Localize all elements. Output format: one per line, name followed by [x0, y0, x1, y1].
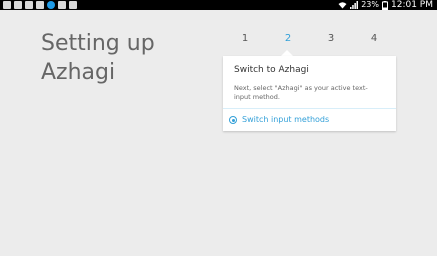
card-description: Next, select "Azhagi" as your active tex… — [234, 84, 368, 101]
clock: 12:01 PM — [391, 0, 433, 10]
switch-input-methods-link[interactable]: Switch input methods — [242, 115, 329, 124]
wifi-icon — [338, 2, 347, 9]
system-status: 23% 12:01 PM — [338, 0, 433, 10]
step-1[interactable]: 1 — [237, 33, 253, 45]
step-2[interactable]: 2 — [280, 33, 296, 45]
picture-icon — [3, 1, 11, 9]
signal-icon — [350, 1, 359, 9]
radio-dot-icon — [231, 118, 235, 122]
page-title: Setting up Azhagi — [41, 29, 216, 87]
edit-icon — [14, 1, 22, 9]
battery-percentage: 23% — [361, 0, 379, 9]
image-icon — [25, 1, 33, 9]
settings-icon — [58, 1, 66, 9]
box-icon — [69, 1, 77, 9]
step-card: Switch to Azhagi Next, select "Azhagi" a… — [223, 56, 396, 131]
switch-input-radio[interactable] — [229, 116, 237, 124]
step-3[interactable]: 3 — [323, 33, 339, 45]
page-title-line-2: Azhagi — [41, 60, 116, 85]
card-title: Switch to Azhagi — [234, 65, 309, 75]
sync-icon — [47, 1, 55, 9]
notification-icons — [3, 1, 77, 9]
card-divider — [223, 108, 396, 109]
page-title-line-1: Setting up — [41, 31, 155, 56]
battery-icon — [382, 0, 388, 10]
image-icon — [36, 1, 44, 9]
step-4[interactable]: 4 — [366, 33, 382, 45]
step-indicator: 1 2 3 4 — [230, 33, 390, 47]
status-bar: 23% 12:01 PM — [0, 0, 437, 10]
